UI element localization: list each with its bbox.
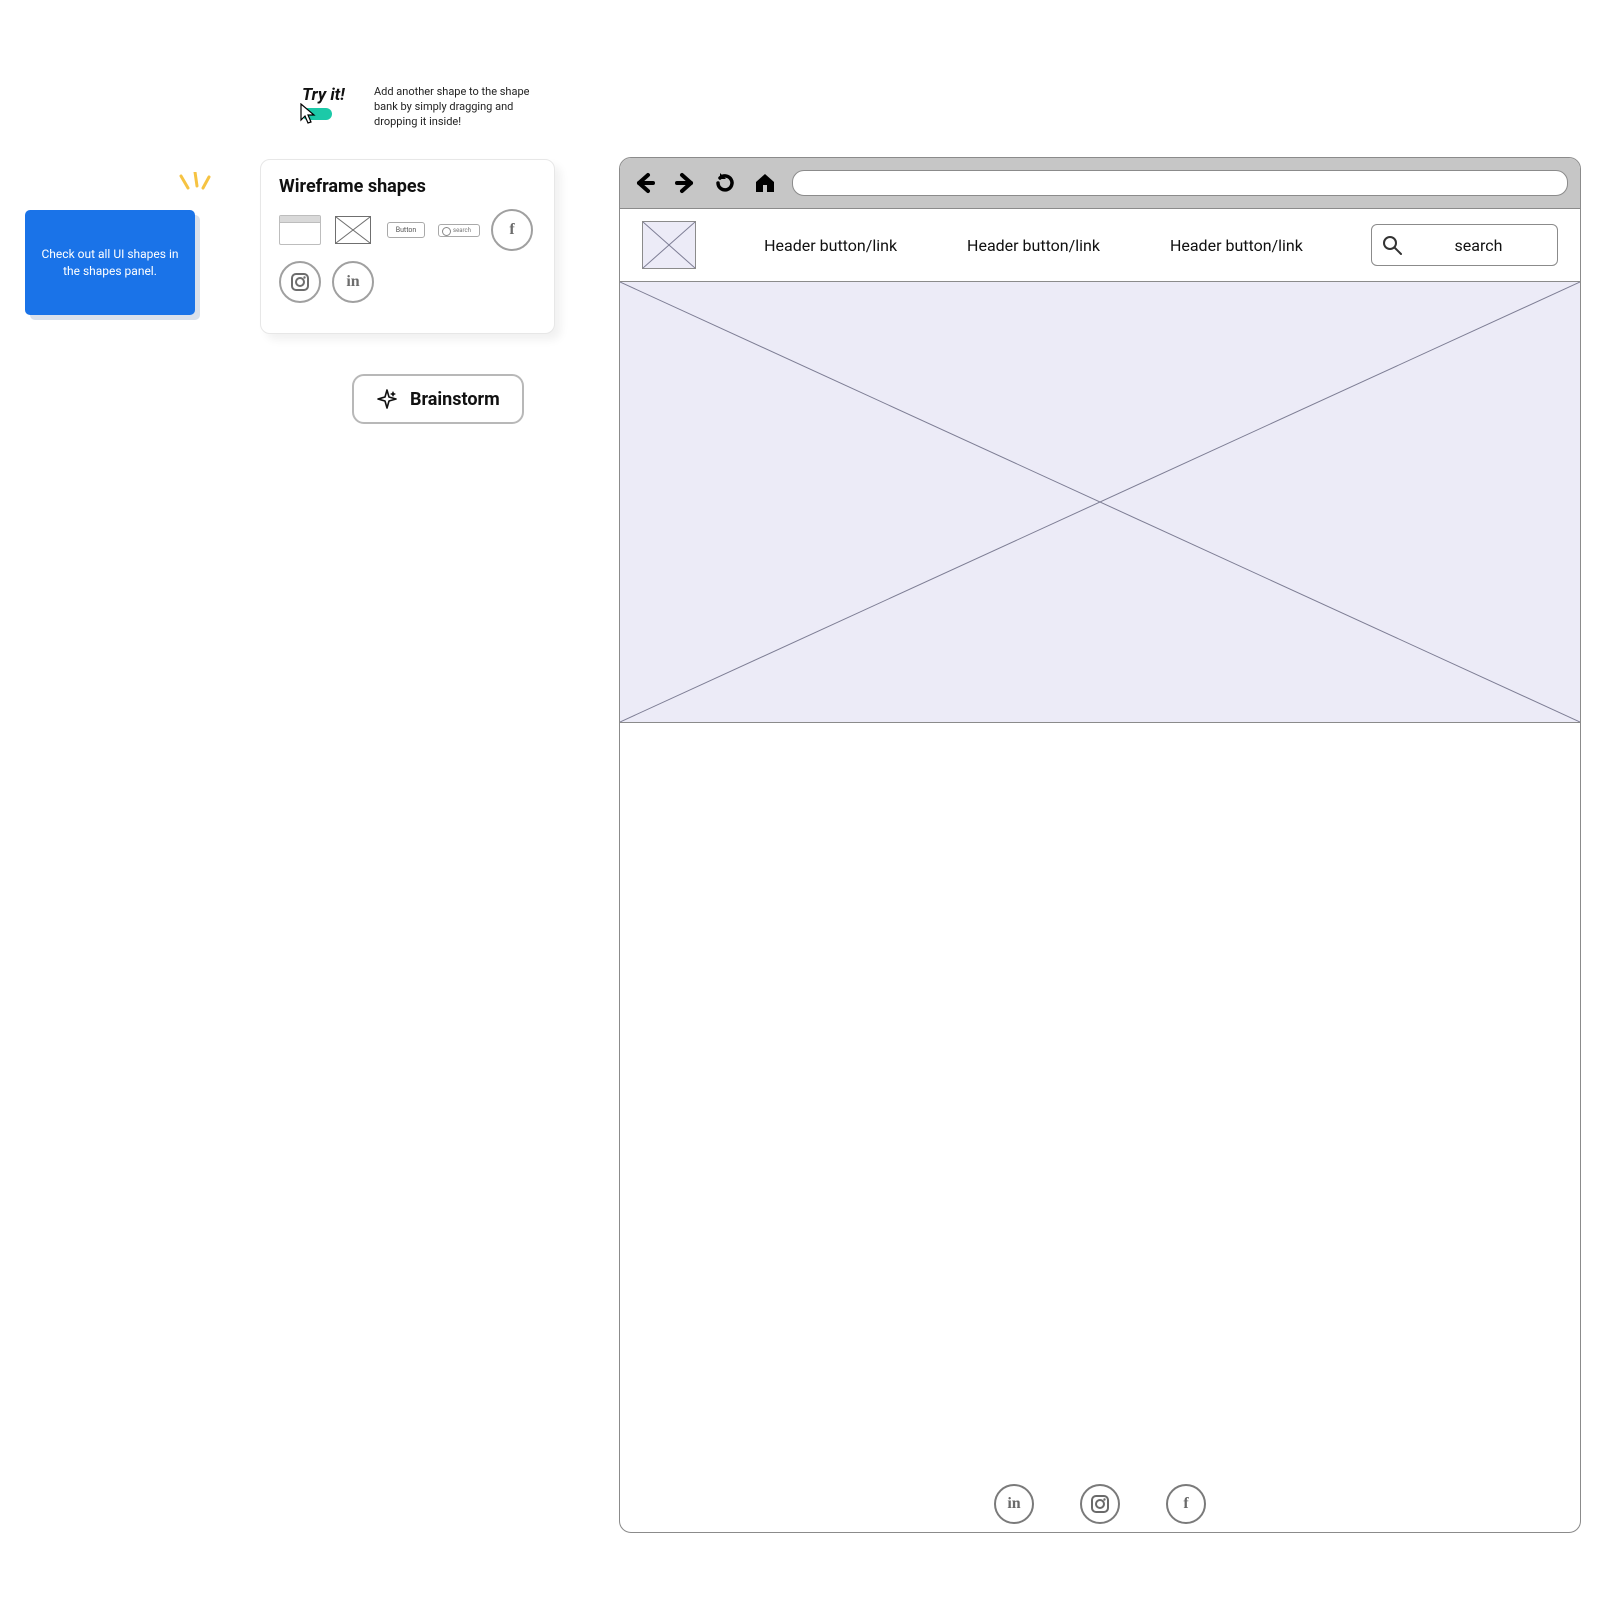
shape-button[interactable]: Button bbox=[387, 222, 426, 238]
shape-search-field[interactable]: search bbox=[438, 224, 480, 237]
hero-image-placeholder[interactable] bbox=[620, 282, 1580, 723]
logo-placeholder[interactable] bbox=[642, 221, 696, 269]
shape-image-placeholder[interactable] bbox=[335, 216, 371, 244]
back-icon[interactable] bbox=[632, 170, 658, 196]
browser-toolbar bbox=[620, 158, 1580, 209]
brainstorm-label: Brainstorm bbox=[410, 389, 500, 410]
tryit-callout: Try it! Add another shape to the shape b… bbox=[302, 85, 562, 124]
shape-browser-window[interactable] bbox=[279, 215, 321, 245]
footer-facebook-icon[interactable]: f bbox=[1166, 1484, 1206, 1524]
footer-instagram-icon[interactable] bbox=[1080, 1484, 1120, 1524]
search-icon bbox=[1382, 235, 1402, 255]
accent-lines bbox=[175, 172, 215, 202]
shape-facebook-icon[interactable]: f bbox=[491, 209, 533, 251]
header-link-3[interactable]: Header button/link bbox=[1170, 236, 1303, 255]
shape-linkedin-icon[interactable]: in bbox=[332, 261, 374, 303]
footer: in f bbox=[620, 1476, 1580, 1532]
cursor-icon bbox=[300, 103, 318, 125]
header-nav: Header button/link Header button/link He… bbox=[726, 236, 1341, 255]
footer-linkedin-icon[interactable]: in bbox=[994, 1484, 1034, 1524]
home-icon[interactable] bbox=[752, 170, 778, 196]
brainstorm-button[interactable]: Brainstorm bbox=[352, 374, 524, 424]
search-box[interactable]: search bbox=[1371, 224, 1558, 266]
shape-instagram-icon[interactable] bbox=[279, 261, 321, 303]
tryit-body: Add another shape to the shape bank by s… bbox=[374, 85, 549, 130]
header-link-2[interactable]: Header button/link bbox=[967, 236, 1100, 255]
refresh-icon[interactable] bbox=[712, 170, 738, 196]
browser-mockup: Header button/link Header button/link He… bbox=[619, 157, 1581, 1533]
site-header: Header button/link Header button/link He… bbox=[620, 209, 1580, 282]
shape-bank-title: Wireframe shapes bbox=[279, 176, 536, 197]
search-placeholder: search bbox=[1410, 236, 1547, 255]
url-bar[interactable] bbox=[792, 170, 1568, 196]
tip-card: Check out all UI shapes in the shapes pa… bbox=[25, 210, 195, 315]
header-link-1[interactable]: Header button/link bbox=[764, 236, 897, 255]
forward-icon[interactable] bbox=[672, 170, 698, 196]
tip-text: Check out all UI shapes in the shapes pa… bbox=[39, 246, 181, 278]
shape-bank-panel[interactable]: Wireframe shapes Button search f in bbox=[260, 159, 555, 334]
sparkle-icon bbox=[376, 388, 398, 410]
